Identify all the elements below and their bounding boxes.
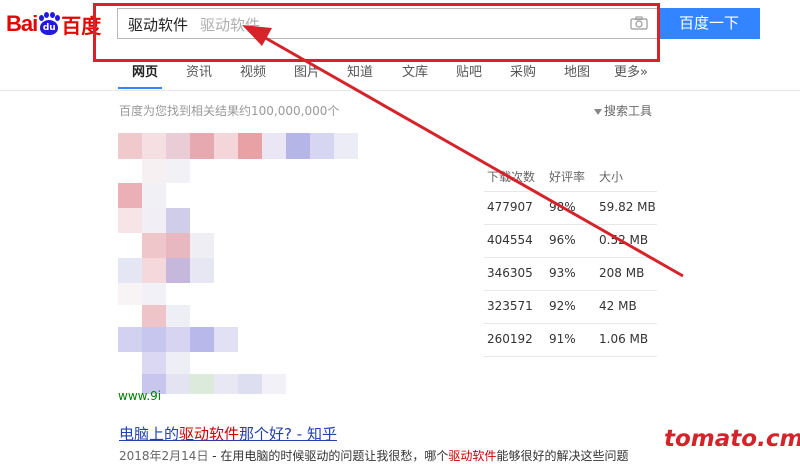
- watermark: tomato.cm: [664, 426, 800, 452]
- annotation-arrow-icon: [242, 25, 684, 278]
